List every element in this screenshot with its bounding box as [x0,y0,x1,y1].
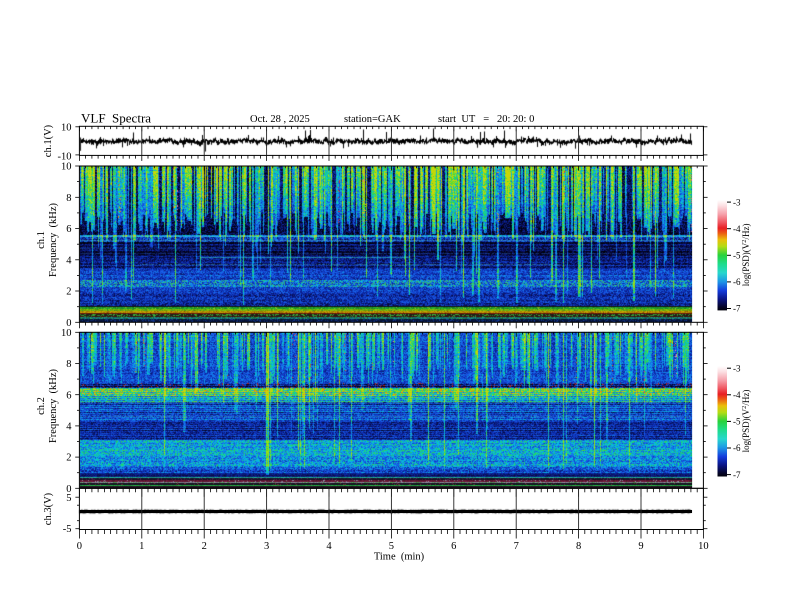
svg-text:4: 4 [66,255,72,266]
svg-text:-4: -4 [733,390,741,400]
svg-text:1: 1 [139,541,144,552]
svg-text:ch.2: ch.2 [36,397,47,415]
svg-text:4: 4 [66,422,72,433]
svg-text:2: 2 [66,453,71,464]
svg-text:-7: -7 [733,304,741,314]
svg-text:log(PSD)(V2/Hz): log(PSD)(V2/Hz) [741,390,751,453]
svg-text:-3: -3 [733,197,741,207]
svg-text:10: 10 [61,123,72,134]
svg-text:8: 8 [66,193,71,204]
svg-text:-5: -5 [733,417,741,427]
svg-text:-6: -6 [733,277,741,287]
svg-text:0: 0 [77,541,82,552]
svg-text:Time (min): Time (min) [374,552,425,563]
svg-text:start UT = 20: 20: 0: start UT = 20: 20: 0 [438,114,534,125]
svg-text:5: 5 [66,493,71,504]
svg-text:10: 10 [61,162,72,173]
svg-text:ch.1: ch.1 [36,231,47,249]
svg-text:5: 5 [389,541,394,552]
svg-text:6: 6 [66,390,71,401]
svg-text:Frequency (kHz): Frequency (kHz) [48,368,59,443]
svg-text:VLF Spectra: VLF Spectra [81,111,151,126]
svg-text:10: 10 [61,328,72,339]
svg-text:-6: -6 [733,443,741,453]
svg-text:-5: -5 [63,524,72,535]
svg-text:-4: -4 [733,224,741,234]
svg-text:2: 2 [66,287,71,298]
svg-text:2: 2 [202,541,207,552]
svg-text:3: 3 [264,541,269,552]
svg-text:ch.3(V): ch.3(V) [43,492,54,525]
svg-text:8: 8 [66,359,71,370]
svg-text:Oct. 28 , 2025: Oct. 28 , 2025 [250,114,310,125]
svg-text:station=GAK: station=GAK [344,114,401,125]
svg-text:8: 8 [576,541,581,552]
svg-text:7: 7 [514,541,519,552]
svg-text:4: 4 [326,541,332,552]
svg-text:-7: -7 [733,470,741,480]
svg-text:log(PSD)(V2/Hz): log(PSD)(V2/Hz) [741,224,751,287]
svg-text:-5: -5 [733,251,741,261]
svg-text:9: 9 [638,541,643,552]
svg-text:10: 10 [698,541,709,552]
svg-text:ch.1(V): ch.1(V) [43,124,54,157]
svg-text:-3: -3 [733,363,741,373]
svg-text:6: 6 [66,224,71,235]
svg-text:6: 6 [451,541,456,552]
svg-text:Frequency (kHz): Frequency (kHz) [48,202,59,277]
